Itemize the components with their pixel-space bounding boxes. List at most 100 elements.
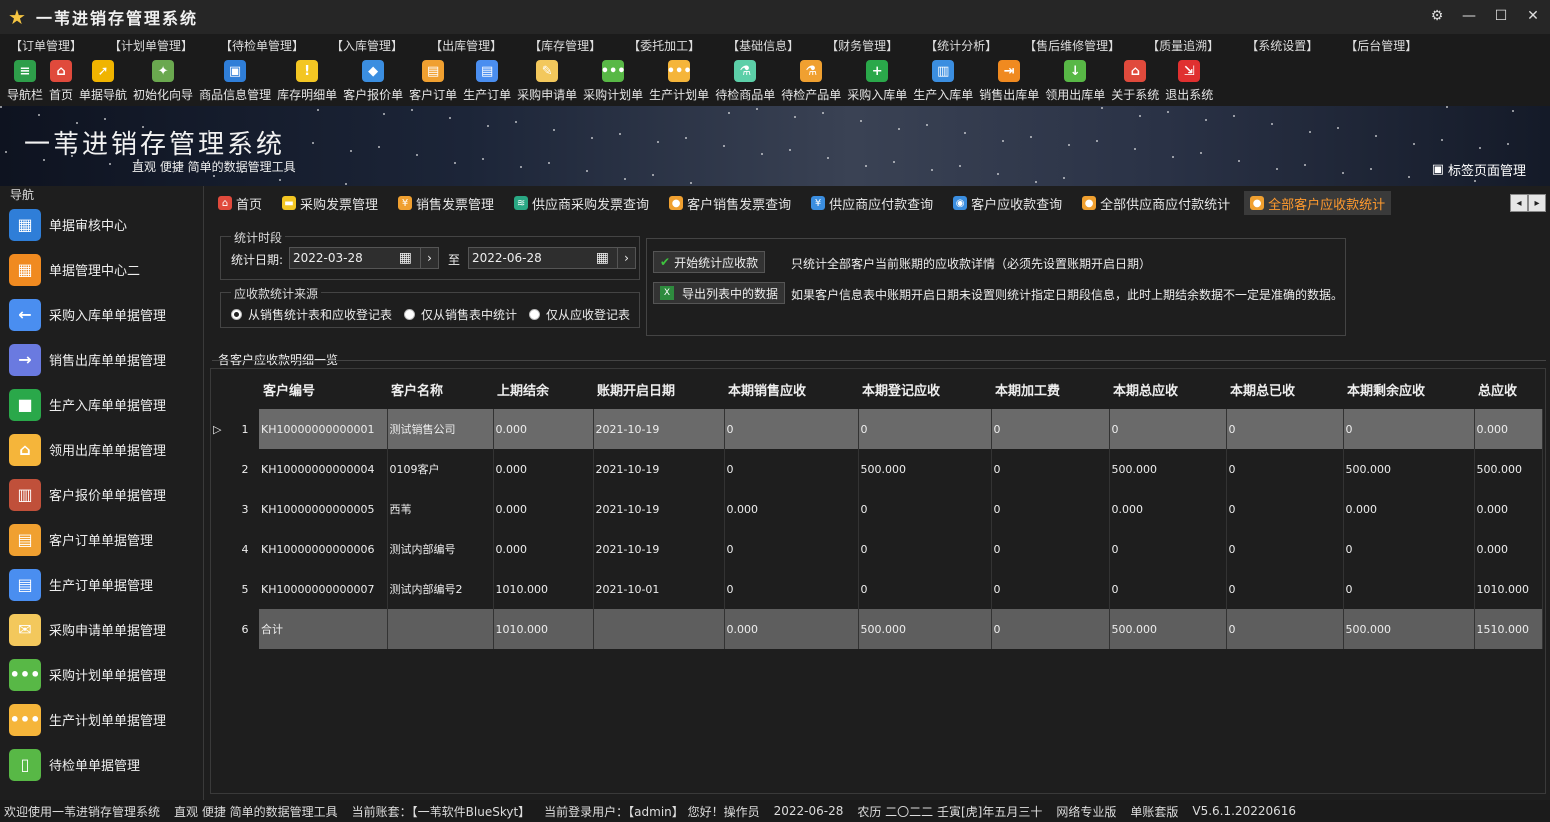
toolbar-button[interactable]: ••• 生产计划单 <box>646 56 712 103</box>
menu-item[interactable]: 【入库管理】 <box>331 37 403 54</box>
table-cell[interactable]: 0.000 <box>1474 529 1543 569</box>
sidebar-item[interactable]: ▯ 待检单单据管理 <box>0 742 203 787</box>
table-row[interactable]: 5 KH10000000000007 测试内部编号2 1010.000 2021-10-… <box>211 569 1543 609</box>
source-radio[interactable]: 仅从销售表中统计 <box>404 306 517 323</box>
table-cell[interactable]: 0.000 <box>493 449 594 489</box>
column-header[interactable]: 客户名称 <box>387 369 493 409</box>
table-cell[interactable]: 0 <box>858 489 992 529</box>
sidebar-item[interactable]: ••• 生产计划单单据管理 <box>0 697 203 742</box>
minimize-icon[interactable]: — <box>1460 6 1478 26</box>
table-cell[interactable]: 0.000 <box>493 489 594 529</box>
table-cell[interactable]: KH10000000000007 <box>259 569 388 609</box>
menu-item[interactable]: 【库存管理】 <box>529 37 601 54</box>
table-row[interactable]: ▷ 1 KH10000000000001 测试销售公司 0.000 2021-10-19 0… <box>211 409 1543 449</box>
table-cell[interactable]: 500.000 <box>858 609 992 649</box>
toolbar-button[interactable]: ••• 采购计划单 <box>580 56 646 103</box>
tab-prev-icon[interactable]: ◂ <box>1510 194 1528 212</box>
receivables-grid[interactable]: 客户编号 客户名称 上期结余 账期开启日期 本期销售应收 本期登记应收 本期加工费 本期总应收… <box>210 368 1546 794</box>
table-cell[interactable]: 0 <box>1109 569 1227 609</box>
table-cell[interactable]: 0 <box>858 529 992 569</box>
table-cell[interactable]: 0.000 <box>724 489 859 529</box>
table-cell[interactable]: 0.000 <box>493 409 594 449</box>
tab[interactable]: ◉ 客户应收款查询 <box>947 191 1068 215</box>
table-cell[interactable]: 测试内部编号 <box>387 529 494 569</box>
table-cell[interactable]: 2021-10-19 <box>593 529 725 569</box>
table-cell[interactable] <box>387 609 494 649</box>
table-cell[interactable]: 0 <box>991 609 1110 649</box>
table-cell[interactable]: 500.000 <box>1343 609 1475 649</box>
table-cell[interactable]: 500.000 <box>1109 609 1227 649</box>
table-cell[interactable]: KH10000000000001 <box>259 409 388 449</box>
source-radio[interactable]: 仅从应收登记表 <box>529 306 630 323</box>
table-cell[interactable]: 1510.000 <box>1474 609 1543 649</box>
table-cell[interactable]: 500.000 <box>1109 449 1227 489</box>
sidebar-item[interactable]: ▦ 单据管理中心二 <box>0 247 203 292</box>
table-cell[interactable]: 0.000 <box>724 609 859 649</box>
table-cell[interactable]: 0 <box>991 529 1110 569</box>
table-cell[interactable]: 0 <box>991 489 1110 529</box>
menu-item[interactable]: 【统计分析】 <box>925 37 997 54</box>
table-cell[interactable]: 0.000 <box>1109 489 1227 529</box>
table-cell[interactable]: 0 <box>1226 569 1344 609</box>
table-cell[interactable]: 2021-10-19 <box>593 409 725 449</box>
toolbar-button[interactable]: ! 库存明细单 <box>274 56 340 103</box>
toolbar-button[interactable]: ▥ 生产入库单 <box>910 56 976 103</box>
table-cell[interactable]: 0 <box>1109 409 1227 449</box>
column-header[interactable]: 上期结余 <box>493 369 593 409</box>
sidebar-item[interactable]: ••• 采购计划单单据管理 <box>0 652 203 697</box>
table-row[interactable]: 2 KH10000000000004 0109客户 0.000 2021-10-19 0 5… <box>211 449 1543 489</box>
column-header[interactable]: 本期总应收 <box>1109 369 1226 409</box>
sidebar-item[interactable]: ▦ 单据审核中心 <box>0 202 203 247</box>
start-date-picker[interactable]: 2022-03-28 ▦ › <box>289 247 439 269</box>
menu-item[interactable]: 【计划单管理】 <box>109 37 193 54</box>
chevron-right-icon[interactable]: › <box>617 248 635 268</box>
table-row[interactable]: 6 合计 1010.000 0.000 500.000 0 500.000 0 500.000 1… <box>211 609 1543 649</box>
table-cell[interactable]: 0 <box>1343 529 1475 569</box>
tab[interactable]: ¥ 供应商应付款查询 <box>805 191 939 215</box>
maximize-icon[interactable]: ☐ <box>1492 6 1510 26</box>
table-cell[interactable]: 1010.000 <box>493 609 594 649</box>
sidebar-item[interactable]: ▤ 客户订单单据管理 <box>0 517 203 562</box>
radio-circle-icon[interactable] <box>231 309 242 320</box>
table-row[interactable]: 3 KH10000000000005 西苇 0.000 2021-10-19 0.000 0… <box>211 489 1543 529</box>
table-cell[interactable]: 500.000 <box>1343 449 1475 489</box>
table-cell[interactable]: 0 <box>991 569 1110 609</box>
table-cell[interactable] <box>593 609 725 649</box>
sidebar-item[interactable]: ✉ 采购申请单单据管理 <box>0 607 203 652</box>
table-cell[interactable]: 0 <box>1343 569 1475 609</box>
table-cell[interactable]: 0.000 <box>1343 489 1475 529</box>
sidebar-item[interactable]: ▥ 客户报价单单据管理 <box>0 472 203 517</box>
table-cell[interactable]: 0 <box>991 449 1110 489</box>
sidebar-item[interactable]: ▤ 生产订单单据管理 <box>0 562 203 607</box>
table-cell[interactable]: 500.000 <box>858 449 992 489</box>
table-cell[interactable]: 0 <box>991 409 1110 449</box>
toolbar-button[interactable]: ↓ 领用出库单 <box>1042 56 1108 103</box>
toolbar-button[interactable]: ➚ 单据导航 <box>76 56 130 103</box>
radio-circle-icon[interactable] <box>529 309 541 320</box>
sidebar-item[interactable]: → 销售出库单单据管理 <box>0 337 203 382</box>
toolbar-button[interactable]: ◆ 客户报价单 <box>340 56 406 103</box>
calendar-icon[interactable]: ▦ <box>596 250 609 266</box>
column-header[interactable]: 本期总已收 <box>1226 369 1343 409</box>
table-cell[interactable]: 0109客户 <box>387 449 494 489</box>
table-cell[interactable]: 0 <box>724 409 859 449</box>
table-cell[interactable]: 2021-10-19 <box>593 489 725 529</box>
toolbar-button[interactable]: ✦ 初始化向导 <box>130 56 196 103</box>
table-cell[interactable]: 西苇 <box>387 489 494 529</box>
column-header[interactable]: 客户编号 <box>259 369 387 409</box>
menu-item[interactable]: 【质量追溯】 <box>1147 37 1219 54</box>
toolbar-button[interactable]: ✎ 采购申请单 <box>514 56 580 103</box>
table-cell[interactable]: 0 <box>1226 489 1344 529</box>
tab[interactable]: ● 全部供应商应付款统计 <box>1076 191 1236 215</box>
table-cell[interactable]: 0 <box>1226 409 1344 449</box>
menu-item[interactable]: 【系统设置】 <box>1246 37 1318 54</box>
toolbar-button[interactable]: ⚗ 待检产品单 <box>778 56 844 103</box>
toolbar-button[interactable]: ▤ 客户订单 <box>406 56 460 103</box>
radio-circle-icon[interactable] <box>404 309 416 320</box>
toolbar-button[interactable]: ▣ 商品信息管理 <box>196 56 274 103</box>
end-date-picker[interactable]: 2022-06-28 ▦ › <box>468 247 636 269</box>
menu-item[interactable]: 【出库管理】 <box>430 37 502 54</box>
table-cell[interactable]: 0 <box>1226 529 1344 569</box>
menu-item[interactable]: 【基础信息】 <box>727 37 799 54</box>
tab-next-icon[interactable]: ▸ <box>1528 194 1546 212</box>
